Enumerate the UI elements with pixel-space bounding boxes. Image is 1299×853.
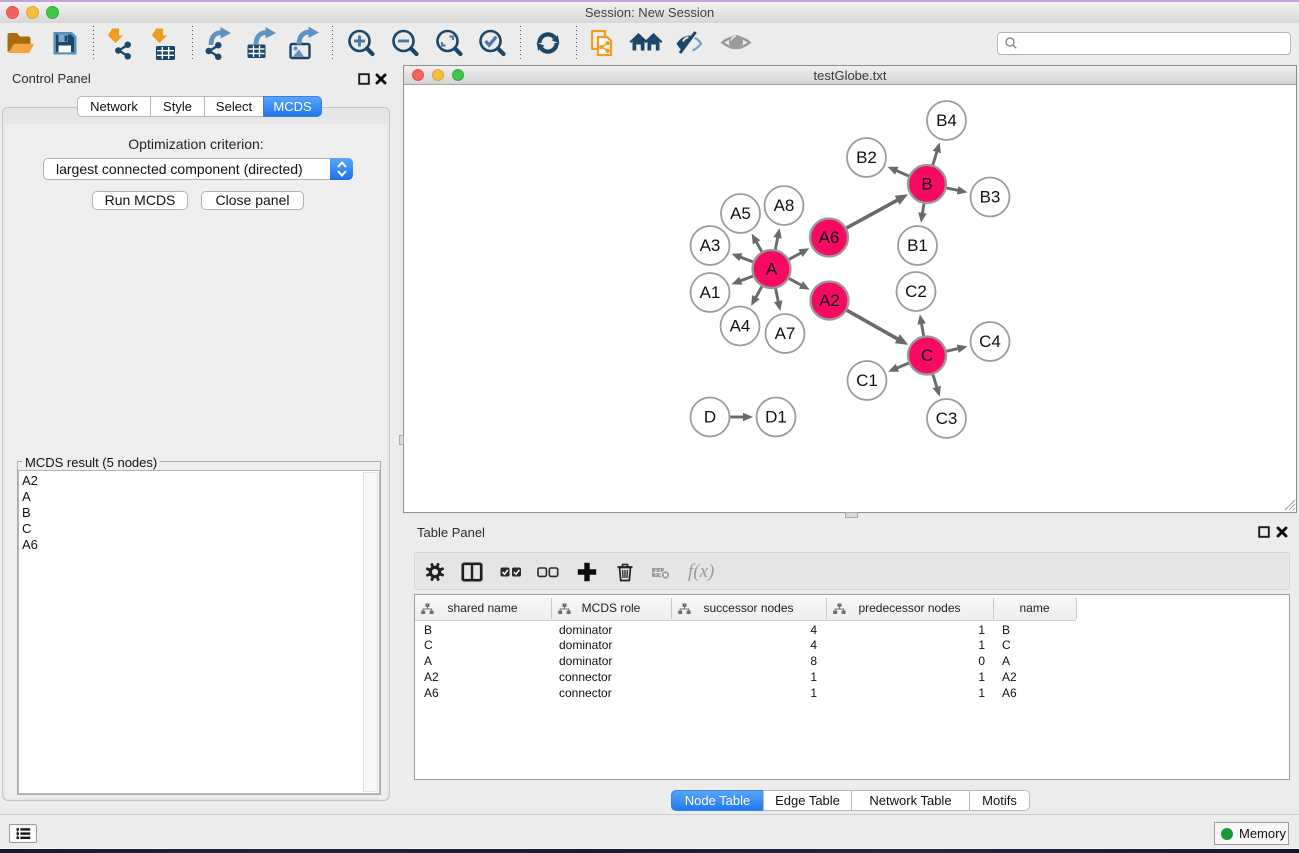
svg-text:A5: A5 xyxy=(730,204,751,223)
svg-text:D1: D1 xyxy=(765,408,787,427)
svg-text:C4: C4 xyxy=(979,332,1001,351)
svg-text:C3: C3 xyxy=(936,409,958,428)
svg-text:B4: B4 xyxy=(936,111,957,130)
svg-text:C: C xyxy=(921,346,933,365)
svg-text:A1: A1 xyxy=(700,283,721,302)
svg-text:D: D xyxy=(704,408,716,427)
svg-text:A7: A7 xyxy=(775,324,796,343)
svg-text:A4: A4 xyxy=(730,317,751,336)
svg-text:A6: A6 xyxy=(819,228,840,247)
svg-text:A8: A8 xyxy=(774,196,795,215)
svg-text:B1: B1 xyxy=(907,236,928,255)
svg-text:B: B xyxy=(921,175,932,194)
svg-text:A: A xyxy=(766,260,778,279)
svg-text:B3: B3 xyxy=(980,188,1001,207)
svg-text:A3: A3 xyxy=(700,236,721,255)
svg-text:A2: A2 xyxy=(819,291,840,310)
svg-text:C1: C1 xyxy=(856,371,878,390)
svg-text:C2: C2 xyxy=(905,282,927,301)
svg-text:B2: B2 xyxy=(856,148,877,167)
